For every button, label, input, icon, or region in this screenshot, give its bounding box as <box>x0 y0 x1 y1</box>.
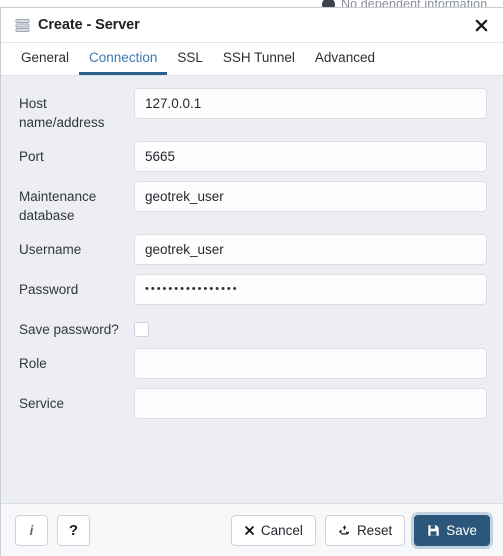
field-row-role: Role <box>1 348 495 379</box>
cancel-button[interactable]: Cancel <box>230 514 316 546</box>
role-label: Role <box>19 356 47 371</box>
dialog-title-group: Create - Server <box>15 17 140 33</box>
help-button[interactable]: ? <box>57 514 90 546</box>
close-icon[interactable] <box>468 12 494 38</box>
info-button[interactable]: i <box>15 514 48 546</box>
password-input[interactable]: •••••••••••••••• <box>134 274 487 305</box>
password-control: •••••••••••••••• <box>134 274 495 305</box>
field-row-save-password: Save password? <box>1 314 495 339</box>
save-button[interactable]: Save <box>414 514 490 546</box>
username-input[interactable] <box>134 234 487 265</box>
info-icon: i <box>29 522 34 538</box>
connection-form: Host name/address Port Maintenance datab… <box>1 76 503 503</box>
server-stack-icon <box>15 18 30 33</box>
create-server-dialog: Create - Server General Connection SSL S… <box>0 7 503 556</box>
field-row-password: Password •••••••••••••••• <box>1 274 495 305</box>
save-password-label: Save password? <box>19 322 119 337</box>
role-control <box>134 348 495 379</box>
tab-advanced[interactable]: Advanced <box>305 43 385 75</box>
username-control <box>134 234 495 265</box>
role-input[interactable] <box>134 348 487 379</box>
maintenance-database-input[interactable] <box>134 181 487 212</box>
save-button-label: Save <box>446 522 477 538</box>
field-row-service: Service <box>1 388 495 419</box>
service-control <box>134 388 495 419</box>
password-masked-value: •••••••••••••••• <box>145 283 239 295</box>
cancel-button-label: Cancel <box>260 522 303 538</box>
recycle-icon <box>338 524 351 537</box>
tab-ssl[interactable]: SSL <box>167 43 213 75</box>
reset-button[interactable]: Reset <box>324 514 406 546</box>
host-control <box>134 88 495 119</box>
reset-button-label: Reset <box>356 522 393 538</box>
host-input[interactable] <box>134 88 487 119</box>
save-password-control <box>134 314 495 337</box>
field-row-port: Port <box>1 141 495 172</box>
question-mark-icon: ? <box>68 521 79 539</box>
save-password-checkbox[interactable] <box>134 322 149 337</box>
dialog-tabbar: General Connection SSL SSH Tunnel Advanc… <box>1 43 503 76</box>
dialog-title: Create - Server <box>38 17 140 33</box>
service-label: Service <box>19 396 65 411</box>
dialog-titlebar: Create - Server <box>1 8 503 43</box>
port-label: Port <box>19 149 44 164</box>
password-label: Password <box>19 282 79 297</box>
username-label: Username <box>19 242 82 257</box>
host-label: Host name/address <box>19 96 105 130</box>
field-row-maintenance-database: Maintenance database <box>1 181 495 225</box>
dialog-footer: i ? Cancel Reset Save <box>1 503 503 556</box>
field-row-host: Host name/address <box>1 88 495 132</box>
port-control <box>134 141 495 172</box>
floppy-disk-icon <box>427 524 440 537</box>
tab-general[interactable]: General <box>11 43 79 75</box>
service-input[interactable] <box>134 388 487 419</box>
close-x-icon <box>244 525 255 536</box>
field-row-username: Username <box>1 234 495 265</box>
maintenance-database-label: Maintenance database <box>19 189 97 223</box>
maintenance-database-control <box>134 181 495 212</box>
tab-ssh-tunnel[interactable]: SSH Tunnel <box>213 43 305 75</box>
port-input[interactable] <box>134 141 487 172</box>
tab-connection[interactable]: Connection <box>79 43 168 75</box>
